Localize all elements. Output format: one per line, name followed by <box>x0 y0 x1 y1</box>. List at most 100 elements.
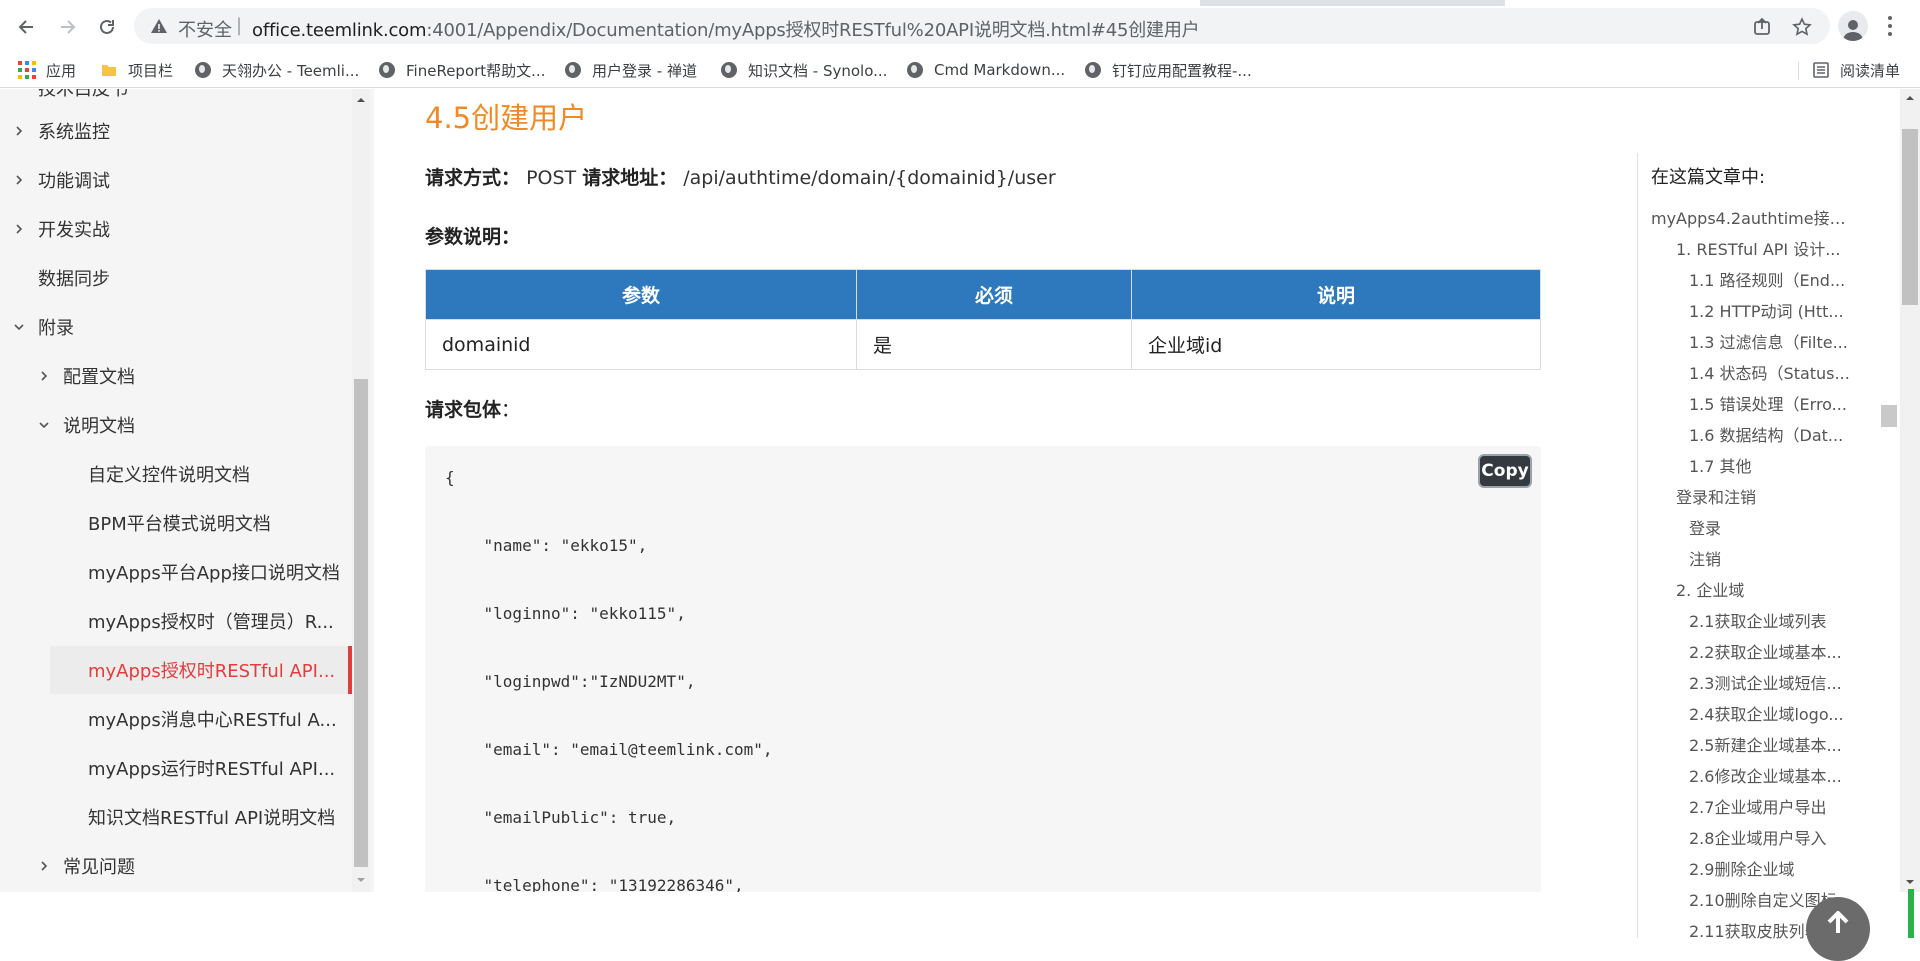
sidebar-scroll-thumb[interactable] <box>354 379 368 867</box>
toc-item[interactable]: 2.3测试企业域短信... <box>1689 670 1857 694</box>
toc-item[interactable]: 2.2获取企业域基本... <box>1689 639 1857 663</box>
bookmark-folder[interactable]: 项目栏 <box>100 58 173 82</box>
sidebar-item-appendix[interactable]: 附录 <box>12 307 74 347</box>
toc-item[interactable]: 2.8企业域用户导入 <box>1689 825 1857 849</box>
chevron-right-icon <box>12 173 26 187</box>
bookmark-cmd-markdown[interactable]: Cmd Markdown... <box>906 58 1065 82</box>
sidebar-item-label: 功能调试 <box>38 171 110 192</box>
star-icon[interactable] <box>1792 17 1812 37</box>
table-header-cell: 说明 <box>1131 269 1541 320</box>
bookmark-finereport[interactable]: FineReport帮助文... <box>378 58 545 82</box>
toc-item[interactable]: 1. RESTful API 设计... <box>1676 236 1858 260</box>
toc-item[interactable]: 1.7 其他 <box>1689 453 1857 477</box>
sidebar-item-label: 开发实战 <box>38 220 110 241</box>
back-to-top-button[interactable] <box>1806 897 1870 961</box>
sidebar-item-system-monitor[interactable]: 系统监控 <box>12 111 110 151</box>
sidebar-item-label: myApps运行时RESTful API... <box>88 759 336 780</box>
bookmark-dingtalk[interactable]: 钉钉应用配置教程-... <box>1084 58 1252 82</box>
sidebar-item-admin-api-doc[interactable]: myApps授权时（管理员）R... <box>88 601 334 641</box>
toc-scroll-marker[interactable] <box>1881 405 1897 427</box>
sidebar-item-authtime-api-doc[interactable]: myApps授权时RESTful API... <box>50 646 352 694</box>
chevron-right-icon <box>12 222 26 236</box>
table-cell: domainid <box>425 319 857 370</box>
share-icon[interactable] <box>1752 17 1772 37</box>
toc-item[interactable]: 1.2 HTTP动词 (Htt... <box>1689 298 1857 322</box>
sidebar-item-debug[interactable]: 功能调试 <box>12 160 110 200</box>
bookmark-zentao[interactable]: 用户登录 - 禅道 <box>564 58 697 82</box>
bookmark-synology[interactable]: 知识文档 - Synolo... <box>720 58 887 82</box>
sidebar-item-cut[interactable]: 技术白皮书 <box>38 89 128 101</box>
insecure-label[interactable]: 不安全 <box>178 16 232 42</box>
sidebar-item-data-sync[interactable]: 数据同步 <box>38 258 110 298</box>
scroll-down-arrow-icon[interactable] <box>356 875 366 885</box>
table-header-cell: 参数 <box>425 269 857 320</box>
folder-icon <box>100 61 118 79</box>
toc-item[interactable]: 2.6修改企业域基本... <box>1689 763 1857 787</box>
toc-item[interactable]: 2. 企业域 <box>1676 577 1858 601</box>
code-line: "email": "email@teemlink.com", <box>445 740 773 759</box>
sidebar-divider <box>370 89 374 892</box>
toc-item[interactable]: 2.9删除企业域 <box>1689 856 1857 880</box>
toc-item[interactable]: 2.1获取企业域列表 <box>1689 608 1857 632</box>
sidebar-item-message-api-doc[interactable]: myApps消息中心RESTful A... <box>88 699 337 739</box>
doc-sidebar: 技术白皮书 系统监控 功能调试 开发实战 数据同步 附录 配置文档 说明文档 自… <box>0 89 352 892</box>
sidebar-item-knowledge-api-doc[interactable]: 知识文档RESTful API说明文档 <box>88 797 335 837</box>
table-header-cell: 必须 <box>856 269 1132 320</box>
warning-icon[interactable] <box>150 17 168 35</box>
reading-list-button[interactable]: 阅读清单 <box>1812 58 1900 82</box>
more-menu-icon[interactable] <box>1880 14 1900 38</box>
toc-item[interactable]: 1.5 错误处理（Erro... <box>1689 391 1857 415</box>
toc-item[interactable]: 2.5新建企业域基本... <box>1689 732 1857 756</box>
request-line: 请求方式： POST 请求地址： /api/authtime/domain/{d… <box>425 163 1056 190</box>
code-block[interactable]: Copy { "name": "ekko15", "loginno": "ekk… <box>425 446 1541 938</box>
code-line: "name": "ekko15", <box>445 536 648 555</box>
reload-button[interactable] <box>92 12 122 42</box>
bookmark-teemlink[interactable]: 天翎办公 - Teemli... <box>194 58 359 82</box>
sidebar-item-faq[interactable]: 常见问题 <box>37 846 135 886</box>
body-heading: 请求包体： <box>425 395 520 422</box>
bookmark-label: 知识文档 - Synolo... <box>748 61 888 80</box>
url-text[interactable]: office.teemlink.com:4001/Appendix/Docume… <box>252 16 1200 42</box>
sidebar-item-label: myApps授权时RESTful API... <box>88 661 336 682</box>
toc-item[interactable]: 1.4 状态码（Status... <box>1689 360 1857 384</box>
back-button[interactable] <box>12 12 42 42</box>
sidebar-item-custom-control-doc[interactable]: 自定义控件说明文档 <box>88 454 250 494</box>
chevron-down-icon <box>12 320 26 334</box>
page-scrollbar[interactable] <box>1880 89 1920 938</box>
scroll-down-arrow-icon[interactable] <box>1905 877 1915 887</box>
code-line: "loginno": "ekko115", <box>445 604 686 623</box>
code-line: "loginpwd":"IzNDU2MT", <box>445 672 696 691</box>
sidebar-item-runtime-api-doc[interactable]: myApps运行时RESTful API... <box>88 748 335 788</box>
bookmark-label: FineReport帮助文... <box>406 61 546 80</box>
toc-item[interactable]: 登录 <box>1689 515 1857 539</box>
other-tab[interactable] <box>1505 0 1920 6</box>
toc-item[interactable]: 1.3 过滤信息（Filte... <box>1689 329 1857 353</box>
toc-item[interactable]: 1.6 数据结构（Dat... <box>1689 422 1857 446</box>
sidebar-item-bpm-doc[interactable]: BPM平台模式说明文档 <box>88 503 271 543</box>
sidebar-item-app-api-doc[interactable]: myApps平台App接口说明文档 <box>88 552 340 592</box>
page-scroll-thumb[interactable] <box>1902 129 1918 305</box>
sidebar-item-config-docs[interactable]: 配置文档 <box>37 356 135 396</box>
forward-button[interactable] <box>52 12 82 42</box>
toc-item[interactable]: 2.4获取企业域logo... <box>1689 701 1857 725</box>
copy-button[interactable]: Copy <box>1478 454 1532 488</box>
profile-avatar[interactable] <box>1838 11 1868 41</box>
toc-item[interactable]: 登录和注销 <box>1676 484 1858 508</box>
sidebar-item-dev-practice[interactable]: 开发实战 <box>12 209 110 249</box>
sidebar-item-instruction-docs[interactable]: 说明文档 <box>37 405 135 445</box>
sidebar-item-label: 数据同步 <box>38 269 110 290</box>
params-heading: 参数说明： <box>425 226 521 248</box>
address-label: 请求地址： <box>582 167 678 189</box>
toc-item[interactable]: myApps4.2authtime接口... <box>1651 205 1857 229</box>
sidebar-scrollbar[interactable] <box>352 89 370 892</box>
scroll-up-arrow-icon[interactable] <box>356 95 366 105</box>
toc-item[interactable]: 1.1 路径规则（End... <box>1689 267 1857 291</box>
active-tab[interactable] <box>0 0 1200 6</box>
toc-item[interactable]: 2.7企业域用户导出 <box>1689 794 1857 818</box>
arrow-left-icon <box>18 20 33 34</box>
address-bar[interactable]: 不安全 | office.teemlink.com:4001/Appendix/… <box>134 8 1830 44</box>
bookmark-apps[interactable]: 应用 <box>18 58 76 82</box>
bookmark-label: 用户登录 - 禅道 <box>592 61 697 80</box>
toc-item[interactable]: 注销 <box>1689 546 1857 570</box>
scroll-up-arrow-icon[interactable] <box>1905 93 1915 103</box>
